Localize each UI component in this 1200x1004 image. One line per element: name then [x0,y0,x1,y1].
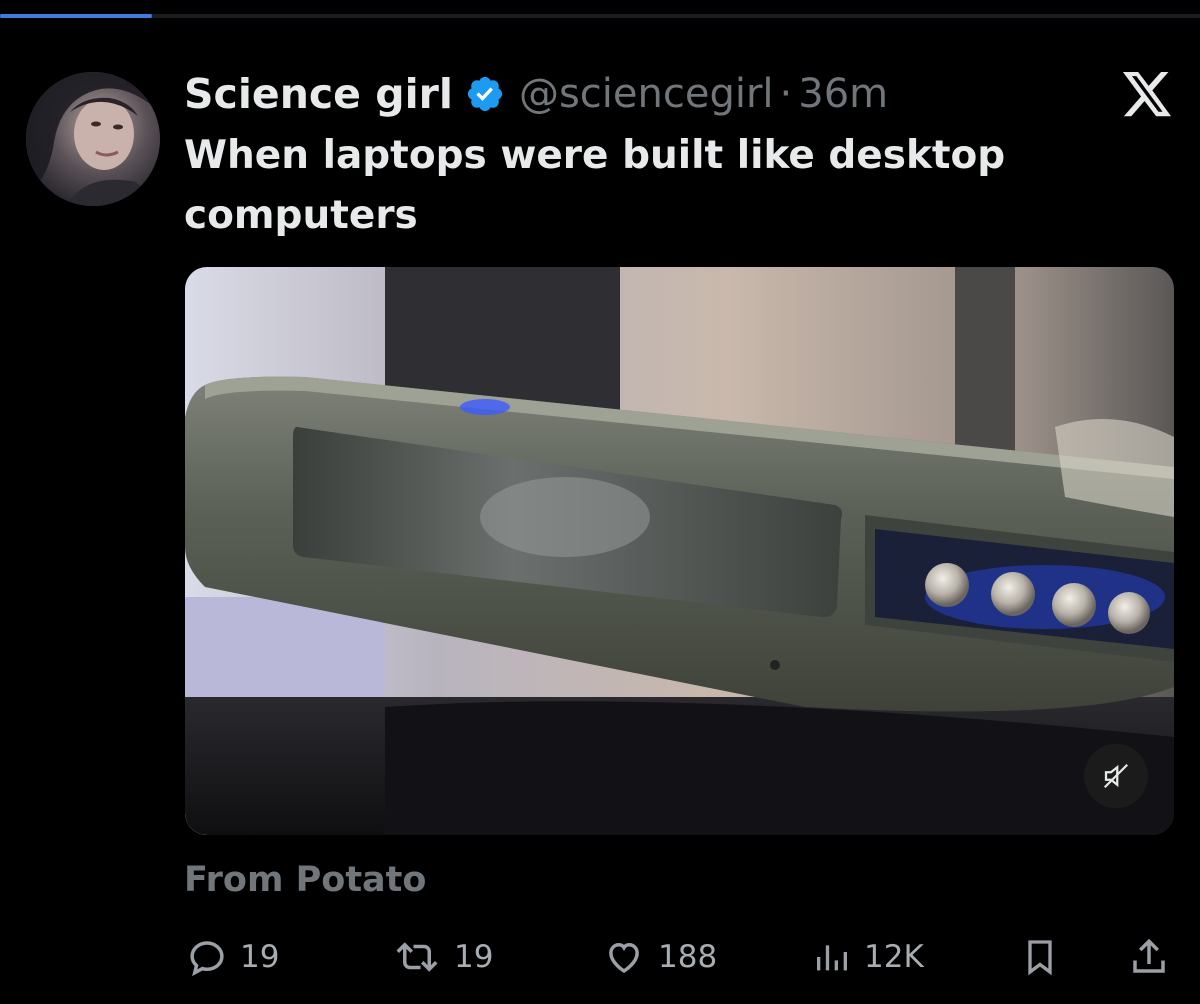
mute-button[interactable] [1084,744,1148,808]
like-count: 188 [658,939,718,975]
author-name[interactable]: Science girl [184,70,453,118]
tweet-text: When laptops were built like desktop com… [184,133,1006,238]
share-button[interactable] [1128,925,1170,989]
share-icon [1133,938,1165,973]
video-attribution[interactable]: From Potato [184,860,426,900]
avatar-image [26,72,160,206]
repost-button[interactable]: 19 [392,925,493,989]
bookmark-button[interactable] [1020,925,1060,989]
video-progress-fill [0,14,153,18]
bookmark-icon [1028,940,1052,976]
action-bar: 19 19 188 12K [0,925,1200,989]
views-button[interactable]: 12K [812,925,924,989]
video-player[interactable] [185,267,1174,835]
header-separator: · [779,71,793,117]
reply-icon [190,941,224,977]
video-progress-bar[interactable] [0,14,1200,18]
tweet-header: Science girl @sciencegirl · 36m [184,66,888,122]
reply-button[interactable]: 19 [186,925,279,989]
muted-speaker-icon [1103,763,1129,789]
repost-count: 19 [454,939,494,975]
reply-count: 19 [240,939,280,975]
video-frame [185,267,1174,835]
views-count: 12K [864,939,924,975]
views-chart-icon [817,945,847,971]
tweet-time[interactable]: 36m [798,71,888,117]
repost-icon [396,942,438,972]
x-logo-icon[interactable] [1122,72,1174,118]
verified-badge-icon [467,76,503,112]
heart-icon [609,942,639,974]
author-handle[interactable]: @sciencegirl [519,71,774,117]
avatar[interactable] [26,72,160,206]
like-button[interactable]: 188 [602,925,717,989]
